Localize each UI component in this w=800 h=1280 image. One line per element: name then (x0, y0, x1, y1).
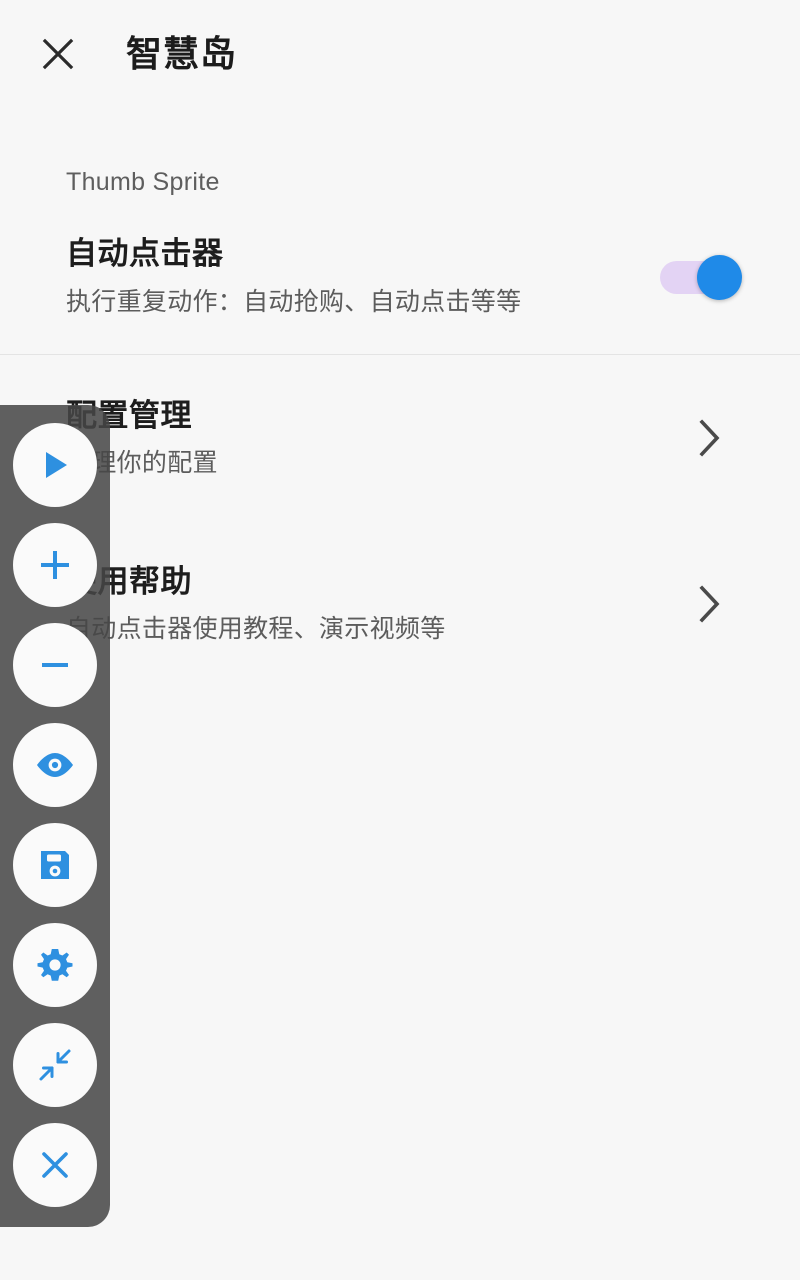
play-button[interactable] (13, 423, 97, 507)
save-icon (35, 845, 75, 885)
close-toolbar-button[interactable] (13, 1123, 97, 1207)
app-bar: 智慧岛 (0, 0, 800, 108)
page-title: 智慧岛 (126, 33, 238, 74)
list-item-title: 配置管理 (66, 397, 192, 433)
collapse-button[interactable] (13, 1023, 97, 1107)
settings-button[interactable] (13, 923, 97, 1007)
section-caption: Thumb Sprite (66, 168, 220, 196)
gear-icon (35, 945, 75, 985)
list-item-subtitle: 自动点击器使用教程、演示视频等 (66, 615, 446, 644)
list-item-text: 配置管理 管理你的配置 (66, 397, 688, 480)
close-icon (35, 1145, 75, 1185)
collapse-icon (35, 1045, 75, 1085)
close-icon[interactable] (32, 28, 84, 80)
list-item-title: 使用帮助 (66, 563, 192, 599)
list-item-text: 使用帮助 自动点击器使用教程、演示视频等 (66, 563, 688, 646)
floating-toolbar[interactable] (0, 405, 110, 1227)
play-icon (35, 445, 75, 485)
setting-row-auto-clicker[interactable]: 自动点击器 执行重复动作：自动抢购、自动点击等等 (0, 195, 800, 354)
auto-clicker-toggle[interactable] (660, 254, 742, 300)
app-screen: 智慧岛 Thumb Sprite 自动点击器 执行重复动作：自动抢购、自动点击等… (0, 0, 800, 1280)
list-item-help[interactable]: 使用帮助 自动点击器使用教程、演示视频等 (0, 521, 800, 687)
list-item-config-management[interactable]: 配置管理 管理你的配置 (0, 355, 800, 521)
setting-title: 自动点击器 (66, 236, 224, 271)
chevron-right-icon[interactable] (688, 416, 732, 460)
list-item-subtitle: 管理你的配置 (66, 449, 218, 478)
add-button[interactable] (13, 523, 97, 607)
setting-row-text: 自动点击器 执行重复动作：自动抢购、自动点击等等 (66, 235, 660, 318)
toggle-thumb (697, 254, 742, 300)
remove-button[interactable] (13, 623, 97, 707)
preview-button[interactable] (13, 723, 97, 807)
minus-icon (35, 645, 75, 685)
eye-icon (34, 744, 76, 786)
save-button[interactable] (13, 823, 97, 907)
setting-subtitle: 执行重复动作：自动抢购、自动点击等等 (66, 287, 522, 316)
plus-icon (35, 545, 75, 585)
chevron-right-icon[interactable] (688, 582, 732, 626)
